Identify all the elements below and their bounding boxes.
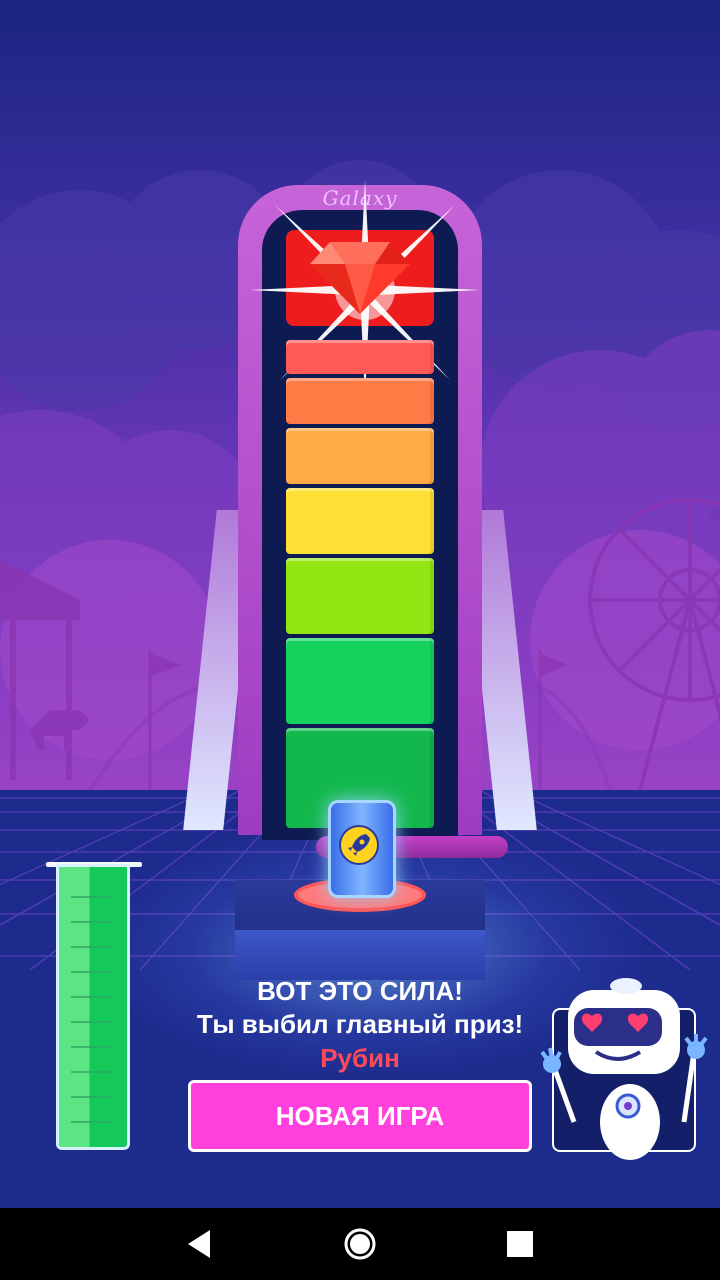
result-subtitle: Ты выбил главный приз! <box>196 1009 524 1039</box>
recents-square-icon[interactable] <box>500 1224 540 1264</box>
power-segment-6 <box>286 638 434 724</box>
back-triangle-icon[interactable] <box>180 1224 220 1264</box>
strength-tester-tower: Galaxy <box>183 180 537 840</box>
result-headline: ВОТ ЭТО СИЛА! <box>257 976 463 1006</box>
power-segment-2 <box>286 378 434 424</box>
system-nav-bar <box>0 1208 720 1280</box>
power-segment-4 <box>286 488 434 554</box>
new-game-button[interactable]: НОВАЯ ИГРА <box>188 1080 532 1152</box>
game-scene: Galaxy ВОТ ЭТО СИЛА! Ты выбил главный пр… <box>0 0 720 1208</box>
power-meter <box>56 864 130 1150</box>
rocket-icon <box>339 825 379 865</box>
result-prize-name: Рубин <box>320 1043 400 1073</box>
ruby-gem-icon <box>310 242 410 314</box>
hammer-pad-front <box>235 930 485 980</box>
home-circle-icon[interactable] <box>340 1224 380 1264</box>
power-segment-5 <box>286 558 434 634</box>
power-segment-1 <box>286 340 434 374</box>
robot-heart-eyes-icon <box>540 978 708 1160</box>
power-segment-3 <box>286 428 434 484</box>
result-message: ВОТ ЭТО СИЛА! Ты выбил главный приз! Руб… <box>150 975 570 1075</box>
power-meter-ticks <box>71 896 111 1123</box>
